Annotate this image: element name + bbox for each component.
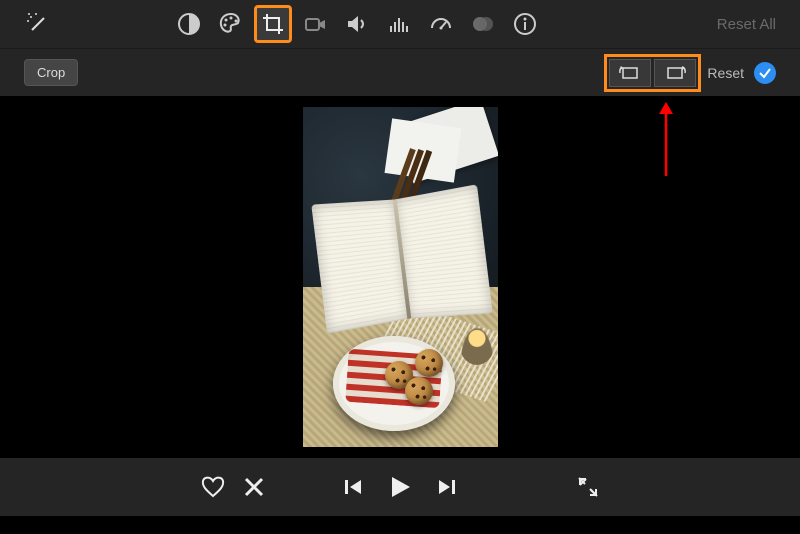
playback-bar [0,458,800,516]
video-viewer[interactable] [0,96,800,458]
crop-mode-button[interactable]: Crop [24,59,78,86]
next-icon [437,477,457,497]
palette-icon [218,11,244,37]
overlap-circles-icon [470,11,496,37]
speedometer-button[interactable] [422,5,460,43]
equalizer-button[interactable] [380,5,418,43]
camera-icon [303,12,327,36]
rotate-cw-icon [662,64,688,82]
top-toolbar: Reset All [0,0,800,48]
palette-button[interactable] [212,5,250,43]
contrast-icon [177,12,201,36]
reset-all-button[interactable]: Reset All [709,12,784,37]
reset-button[interactable]: Reset [707,65,744,81]
annotation-arrow [656,100,676,176]
volume-icon [345,12,369,36]
reject-button[interactable] [242,474,266,500]
rotate-ccw-icon [617,64,643,82]
crop-tool-button[interactable] [254,5,292,43]
bottom-strip [0,516,800,534]
rotate-button-group [604,54,701,92]
x-icon [242,475,266,499]
info-button[interactable] [506,5,544,43]
fullscreen-button[interactable] [576,475,600,499]
heart-icon [200,474,226,500]
volume-button[interactable] [338,5,376,43]
equalizer-icon [387,12,411,36]
fullscreen-icon [576,475,600,499]
contrast-button[interactable] [170,5,208,43]
crop-sub-toolbar: Crop Reset [0,48,800,96]
next-button[interactable] [437,477,457,497]
magic-wand-button[interactable] [16,5,60,43]
checkmark-icon [758,66,772,80]
rotate-cw-button[interactable] [654,59,696,87]
clip-thumbnail [303,107,498,447]
speedometer-icon [429,12,453,36]
previous-button[interactable] [343,477,363,497]
magic-wand-icon [25,11,51,37]
info-icon [513,12,537,36]
apply-button[interactable] [754,62,776,84]
play-icon [387,474,413,500]
previous-icon [343,477,363,497]
overlap-circles-button[interactable] [464,5,502,43]
play-button[interactable] [387,474,413,500]
favorite-button[interactable] [200,474,226,500]
camera-button[interactable] [296,5,334,43]
rotate-ccw-button[interactable] [609,59,651,87]
crop-icon [261,12,285,36]
